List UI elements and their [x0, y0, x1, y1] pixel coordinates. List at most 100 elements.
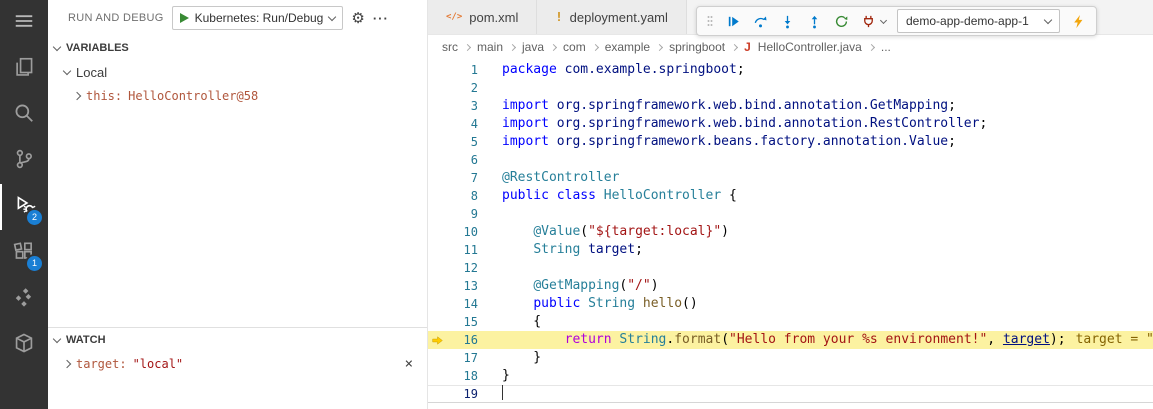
code-line[interactable]: 3import org.springframework.web.bind.ann…: [428, 97, 1153, 115]
sidebar-item-kubernetes[interactable]: [0, 276, 48, 322]
run-debug-sidebar: RUN AND DEBUG Kubernetes: Run/Debug ⚙ ··…: [48, 0, 428, 409]
breadcrumb-item[interactable]: springboot: [669, 40, 725, 54]
code-line[interactable]: 4import org.springframework.web.bind.ann…: [428, 115, 1153, 133]
line-content: package com.example.springboot;: [478, 61, 745, 79]
remove-watch-icon[interactable]: ×: [405, 356, 413, 372]
start-debug-icon[interactable]: [180, 13, 189, 23]
sidebar-item-source-control[interactable]: [0, 138, 48, 184]
scope-local[interactable]: Local: [48, 60, 427, 84]
chevron-right-icon: [464, 43, 471, 50]
tab-deployment-yaml[interactable]: ! deployment.yaml: [537, 0, 687, 34]
gutter-glyph: [428, 115, 446, 133]
search-icon: [13, 102, 35, 129]
breadcrumb-item[interactable]: example: [605, 40, 650, 54]
vscode-window: 2 1 RUN AND DEBUG Kubernetes: Run/Debug: [0, 0, 1153, 409]
variable-row-this[interactable]: this: HelloController@58: [48, 84, 427, 108]
code-editor[interactable]: 1package com.example.springboot;23import…: [428, 59, 1153, 409]
debug-toolbar: demo-app-demo-app-1: [696, 6, 1097, 36]
code-line[interactable]: 18}: [428, 367, 1153, 385]
line-content: }: [478, 367, 510, 385]
sidebar-item-run-debug[interactable]: 2: [0, 184, 48, 230]
launch-config-select[interactable]: Kubernetes: Run/Debug: [172, 6, 344, 30]
java-file-icon: J: [744, 40, 751, 54]
chevron-down-icon: [63, 66, 71, 74]
continue-icon[interactable]: [725, 13, 741, 29]
variable-name: this:: [86, 89, 122, 103]
code-line[interactable]: 9: [428, 205, 1153, 223]
breadcrumb-item[interactable]: ...: [881, 40, 891, 54]
breadcrumb-item[interactable]: java: [522, 40, 544, 54]
step-into-icon[interactable]: [779, 13, 795, 29]
line-content: import org.springframework.web.bind.anno…: [478, 115, 987, 133]
variables-header-label: VARIABLES: [66, 42, 129, 54]
sidebar-title: RUN AND DEBUG: [68, 12, 164, 24]
line-content: @RestController: [478, 169, 619, 187]
step-over-icon[interactable]: [752, 13, 768, 29]
sidebar-item-containers[interactable]: [0, 322, 48, 368]
source-control-icon: [13, 148, 35, 175]
more-actions-icon[interactable]: ···: [373, 12, 389, 25]
lightning-icon[interactable]: [1071, 13, 1087, 29]
code-line[interactable]: 11 String target;: [428, 241, 1153, 259]
line-number: 1: [446, 61, 478, 79]
restart-icon[interactable]: [833, 13, 849, 29]
gutter-glyph: [428, 97, 446, 115]
gutter-glyph: [428, 259, 446, 277]
line-content: [478, 151, 502, 169]
line-content: }: [478, 349, 541, 367]
gutter-glyph: [428, 205, 446, 223]
line-content: public String hello(): [478, 295, 698, 313]
line-number: 13: [446, 277, 478, 295]
code-line[interactable]: 16 return String.format("Hello from your…: [428, 331, 1153, 349]
step-out-icon[interactable]: [806, 13, 822, 29]
breadcrumb-item[interactable]: main: [477, 40, 503, 54]
chevron-right-icon: [63, 360, 71, 368]
gutter-glyph: [428, 295, 446, 313]
line-number: 3: [446, 97, 478, 115]
code-line[interactable]: 17 }: [428, 349, 1153, 367]
line-content: import org.springframework.beans.factory…: [478, 133, 956, 151]
gutter-glyph: [428, 385, 446, 403]
tab-label: deployment.yaml: [570, 10, 668, 25]
code-line[interactable]: 10 @Value("${target:local}"): [428, 223, 1153, 241]
activity-bar: 2 1: [0, 0, 48, 409]
menu-button[interactable]: [0, 0, 48, 46]
gear-icon[interactable]: ⚙: [351, 11, 364, 26]
sidebar-item-search[interactable]: [0, 92, 48, 138]
sidebar-item-explorer[interactable]: [0, 46, 48, 92]
code-line[interactable]: 12: [428, 259, 1153, 277]
code-line[interactable]: 13 @GetMapping("/"): [428, 277, 1153, 295]
editor-area: </> pom.xml ! deployment.yaml: [428, 0, 1153, 409]
hamburger-icon: [13, 10, 35, 37]
gutter-glyph: [428, 277, 446, 295]
code-line[interactable]: 2: [428, 79, 1153, 97]
line-number: 4: [446, 115, 478, 133]
code-line[interactable]: 6: [428, 151, 1153, 169]
disconnect-icon[interactable]: [860, 13, 876, 29]
code-line[interactable]: 14 public String hello(): [428, 295, 1153, 313]
containers-icon: [13, 332, 35, 359]
line-content: public class HelloController {: [478, 187, 737, 205]
code-line[interactable]: 5import org.springframework.beans.factor…: [428, 133, 1153, 151]
variables-header[interactable]: VARIABLES: [48, 36, 427, 60]
drag-handle[interactable]: [706, 13, 714, 29]
code-line[interactable]: 19: [428, 385, 1153, 403]
gutter-glyph: [428, 223, 446, 241]
breadcrumb-item[interactable]: com: [563, 40, 586, 54]
breadcrumb-item[interactable]: HelloController.java: [758, 40, 862, 54]
debug-session-select[interactable]: demo-app-demo-app-1: [897, 9, 1060, 33]
code-line[interactable]: 1package com.example.springboot;: [428, 61, 1153, 79]
sidebar-item-extensions[interactable]: 1: [0, 230, 48, 276]
chevron-right-icon: [731, 43, 738, 50]
line-number: 7: [446, 169, 478, 187]
watch-row-target[interactable]: target: "local" ×: [48, 352, 427, 376]
breadcrumb-item[interactable]: src: [442, 40, 458, 54]
code-line[interactable]: 7@RestController: [428, 169, 1153, 187]
chevron-right-icon: [509, 43, 516, 50]
tab-pom-xml[interactable]: </> pom.xml: [428, 0, 537, 34]
chevron-down-icon[interactable]: [880, 16, 887, 23]
code-line[interactable]: 15 {: [428, 313, 1153, 331]
watch-header[interactable]: WATCH: [48, 328, 427, 352]
code-line[interactable]: 8public class HelloController {: [428, 187, 1153, 205]
line-content: {: [478, 313, 541, 331]
